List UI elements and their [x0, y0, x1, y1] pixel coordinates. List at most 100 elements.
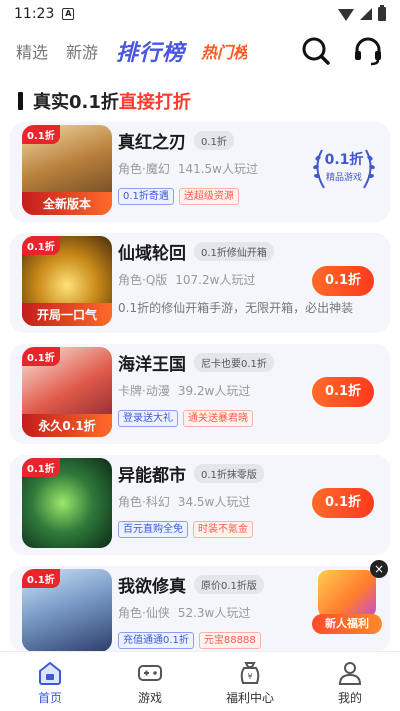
discount-button[interactable]: 0.1折: [312, 488, 374, 518]
game-pill-tag: 尼卡也要0.1折: [194, 353, 274, 372]
cover-ribbon: 开局一口气: [22, 303, 112, 326]
tab-featured[interactable]: 精选: [16, 39, 48, 63]
customer-service-button[interactable]: [350, 33, 386, 69]
game-players: 39.2w人玩过: [177, 384, 251, 398]
status-icons: [338, 5, 386, 21]
game-meta: 角色·Q版 107.2w人玩过: [118, 271, 255, 288]
game-tag: 登录送大礼: [118, 410, 178, 427]
svg-text:¥: ¥: [247, 672, 252, 681]
cellular-signal-icon: [360, 8, 372, 20]
game-tag: 元宝88888: [198, 632, 261, 649]
game-pill-tag: 0.1折抹零版: [194, 464, 264, 483]
newbie-benefit-label: 新人福利: [312, 614, 382, 634]
game-meta: 卡牌·动漫 39.2w人玩过: [118, 382, 250, 399]
discount-button[interactable]: 0.1折: [312, 377, 374, 407]
premium-badge-label: 精品游戏: [325, 173, 362, 183]
game-players: 34.5w人玩过: [177, 495, 251, 509]
user-icon: [338, 662, 362, 685]
gift-box-icon: [318, 570, 376, 618]
game-cover-image[interactable]: 0.1折 开局一口气: [22, 236, 112, 326]
game-tag: 时装不氪金: [193, 521, 253, 538]
game-cover-image[interactable]: 0.1折: [22, 569, 112, 652]
nav-welfare-center-label: 福利中心: [225, 691, 274, 705]
game-category: 角色·科幻: [118, 495, 170, 509]
premium-badge-discount: 0.1折: [324, 152, 364, 168]
wifi-icon: [338, 9, 354, 21]
headset-icon: [355, 37, 381, 66]
game-name: 仙域轮回: [118, 244, 186, 264]
game-category: 角色·魔幻: [118, 162, 170, 176]
game-tag: 送超级资源: [178, 188, 239, 205]
home-icon: [39, 661, 61, 685]
game-players: 107.2w人玩过: [175, 273, 256, 287]
game-pill-tag: 0.1折: [194, 131, 234, 150]
game-meta: 角色·魔幻 141.5w人玩过: [118, 160, 258, 177]
notification-a-icon: A: [62, 8, 75, 20]
cover-discount-badge: 0.1折: [22, 236, 60, 255]
game-tag: 百元直购全免: [118, 521, 188, 538]
search-icon: [302, 37, 330, 65]
gift-bag-icon: ¥: [240, 662, 260, 684]
close-icon[interactable]: ×: [370, 560, 388, 578]
game-title-row: 异能都市 0.1折抹零版: [118, 461, 264, 486]
discount-button[interactable]: 0.1折: [312, 266, 374, 296]
game-title-row: 我欲修真 原价0.1折版: [118, 572, 264, 597]
section-title-marker: [18, 92, 23, 110]
nav-welfare-center[interactable]: ¥ 福利中心: [200, 652, 300, 711]
nav-home[interactable]: 首页: [0, 652, 100, 711]
cover-discount-badge: 0.1折: [22, 347, 60, 366]
game-title-row: 仙域轮回 0.1折修仙开箱: [118, 239, 274, 264]
game-card[interactable]: 0.1折 永久0.1折 海洋王国 尼卡也要0.1折 卡牌·动漫 39.2w人玩过 …: [10, 344, 390, 444]
cover-ribbon: 全新版本: [22, 192, 112, 215]
nav-profile[interactable]: 我的: [300, 652, 400, 711]
nav-games-label: 游戏: [137, 691, 162, 705]
section-title: 真实0.1折 直接打折: [18, 88, 191, 114]
nav-home-label: 首页: [37, 691, 62, 705]
cover-discount-badge: 0.1折: [22, 458, 60, 477]
status-bar: 11:23 A: [0, 0, 400, 28]
tab-ranking[interactable]: 排行榜: [116, 35, 185, 67]
premium-game-badge[interactable]: 0.1折 精品游戏: [304, 140, 384, 200]
section-title-highlight: 直接打折: [118, 92, 191, 113]
nav-profile-label: 我的: [337, 691, 362, 705]
game-card[interactable]: 0.1折 开局一口气 仙域轮回 0.1折修仙开箱 角色·Q版 107.2w人玩过 …: [10, 233, 390, 333]
nav-games[interactable]: 游戏: [100, 652, 200, 711]
game-name: 海洋王国: [118, 355, 186, 375]
game-title-row: 真红之刃 0.1折: [118, 128, 234, 153]
game-tag: 通关送暴君晓: [183, 410, 253, 427]
game-name: 异能都市: [118, 466, 186, 486]
bottom-nav: 首页 游戏 ¥ 福利中心 我的: [0, 651, 400, 711]
game-meta: 角色·仙侠 52.3w人玩过: [118, 604, 250, 621]
status-time: 11:23: [14, 6, 55, 22]
game-players: 52.3w人玩过: [177, 606, 251, 620]
game-cover-image[interactable]: 0.1折 全新版本: [22, 125, 112, 215]
game-tags: 充值通通0.1折 元宝88888: [118, 632, 261, 649]
game-tags: 百元直购全免 时装不氪金: [118, 521, 253, 538]
game-category: 角色·仙侠: [118, 606, 170, 620]
game-card[interactable]: 0.1折 全新版本 真红之刃 0.1折 角色·魔幻 141.5w人玩过 0.1折奇…: [10, 122, 390, 222]
game-players: 141.5w人玩过: [177, 162, 258, 176]
game-card[interactable]: 0.1折 异能都市 0.1折抹零版 角色·科幻 34.5w人玩过 百元直购全免 时…: [10, 455, 390, 555]
game-category: 角色·Q版: [118, 273, 168, 287]
game-cover-image[interactable]: 0.1折: [22, 458, 112, 548]
gamepad-icon: [138, 665, 162, 681]
tab-new-games[interactable]: 新游: [66, 39, 98, 63]
game-tags: 0.1折奇遇 送超级资源: [118, 188, 239, 205]
game-pill-tag: 0.1折修仙开箱: [194, 242, 274, 261]
game-description: 0.1折的修仙开箱手游，无限开箱，必出神装: [118, 301, 354, 315]
cover-discount-badge: 0.1折: [22, 569, 60, 588]
game-tag: 充值通通0.1折: [118, 632, 194, 649]
game-pill-tag: 原价0.1折版: [194, 575, 264, 594]
game-tags: 登录送大礼 通关送暴君晓: [118, 410, 253, 427]
tab-hot-ranking[interactable]: 热门榜: [201, 39, 247, 63]
cover-discount-badge: 0.1折: [22, 125, 60, 144]
game-category: 卡牌·动漫: [118, 384, 170, 398]
newbie-benefit-float[interactable]: 新人福利 ×: [308, 560, 390, 640]
search-button[interactable]: [298, 33, 334, 69]
game-name: 真红之刃: [118, 133, 186, 153]
game-name: 我欲修真: [118, 577, 186, 597]
game-cover-image[interactable]: 0.1折 永久0.1折: [22, 347, 112, 437]
section-title-main: 真实0.1折: [33, 92, 119, 113]
battery-icon: [378, 5, 386, 21]
game-meta: 角色·科幻 34.5w人玩过: [118, 493, 250, 510]
